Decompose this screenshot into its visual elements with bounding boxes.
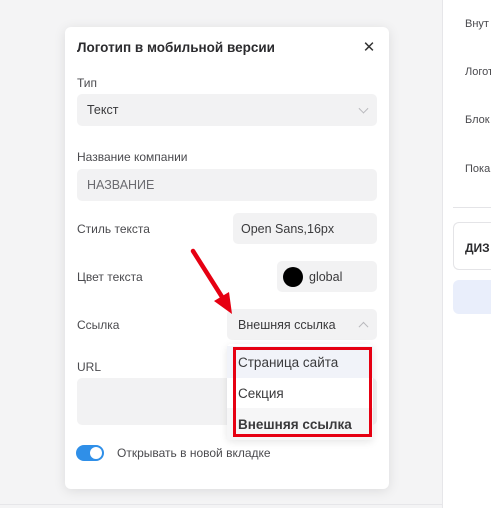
link-type-dropdown: Страница сайта Секция Внешняя ссылка: [227, 344, 373, 440]
modal-title: Логотип в мобильной версии: [77, 40, 275, 55]
company-name-label: Название компании: [77, 150, 188, 164]
right-panel-item[interactable]: Пока: [465, 163, 490, 175]
dropdown-option-external-link[interactable]: Внешняя ссылка: [227, 408, 373, 440]
link-type-value: Внешняя ссылка: [238, 317, 336, 332]
text-style-button[interactable]: Open Sans,16px: [233, 213, 377, 244]
right-panel-design-card[interactable]: ДИЗ: [453, 222, 491, 270]
chevron-down-icon: [358, 103, 369, 114]
dropdown-option-site-page[interactable]: Страница сайта: [227, 346, 373, 378]
link-label: Ссылка: [77, 318, 120, 332]
right-panel-item[interactable]: Блок: [465, 114, 490, 126]
right-panel-item[interactable]: Логот: [465, 66, 491, 78]
url-label: URL: [77, 360, 102, 374]
right-panel-item[interactable]: Внут: [465, 18, 489, 30]
type-select-value: Текст: [87, 103, 119, 117]
type-select[interactable]: Текст: [77, 94, 377, 126]
toggle-knob: [90, 447, 102, 459]
company-name-value: НАЗВАНИЕ: [87, 178, 155, 192]
color-swatch: [283, 266, 303, 287]
dropdown-option-section[interactable]: Секция: [227, 377, 373, 409]
text-color-label: Цвет текста: [77, 270, 143, 284]
open-new-tab-label: Открывать в новой вкладке: [117, 446, 271, 460]
text-color-picker[interactable]: global: [277, 261, 377, 292]
text-style-value: Open Sans,16px: [241, 221, 335, 236]
text-color-value: global: [309, 269, 343, 284]
chevron-up-icon: [358, 321, 369, 332]
type-label: Тип: [77, 76, 98, 90]
link-type-select[interactable]: Внешняя ссылка: [227, 309, 377, 340]
company-name-input[interactable]: НАЗВАНИЕ: [77, 169, 377, 201]
bottom-divider: [0, 504, 442, 505]
close-icon[interactable]: ✕: [359, 38, 379, 58]
text-style-label: Стиль текста: [77, 222, 150, 236]
open-new-tab-toggle[interactable]: [76, 445, 104, 461]
right-panel-divider: [453, 207, 491, 208]
right-panel-card-title: ДИЗ: [465, 241, 490, 255]
right-panel-pill[interactable]: [453, 280, 491, 314]
